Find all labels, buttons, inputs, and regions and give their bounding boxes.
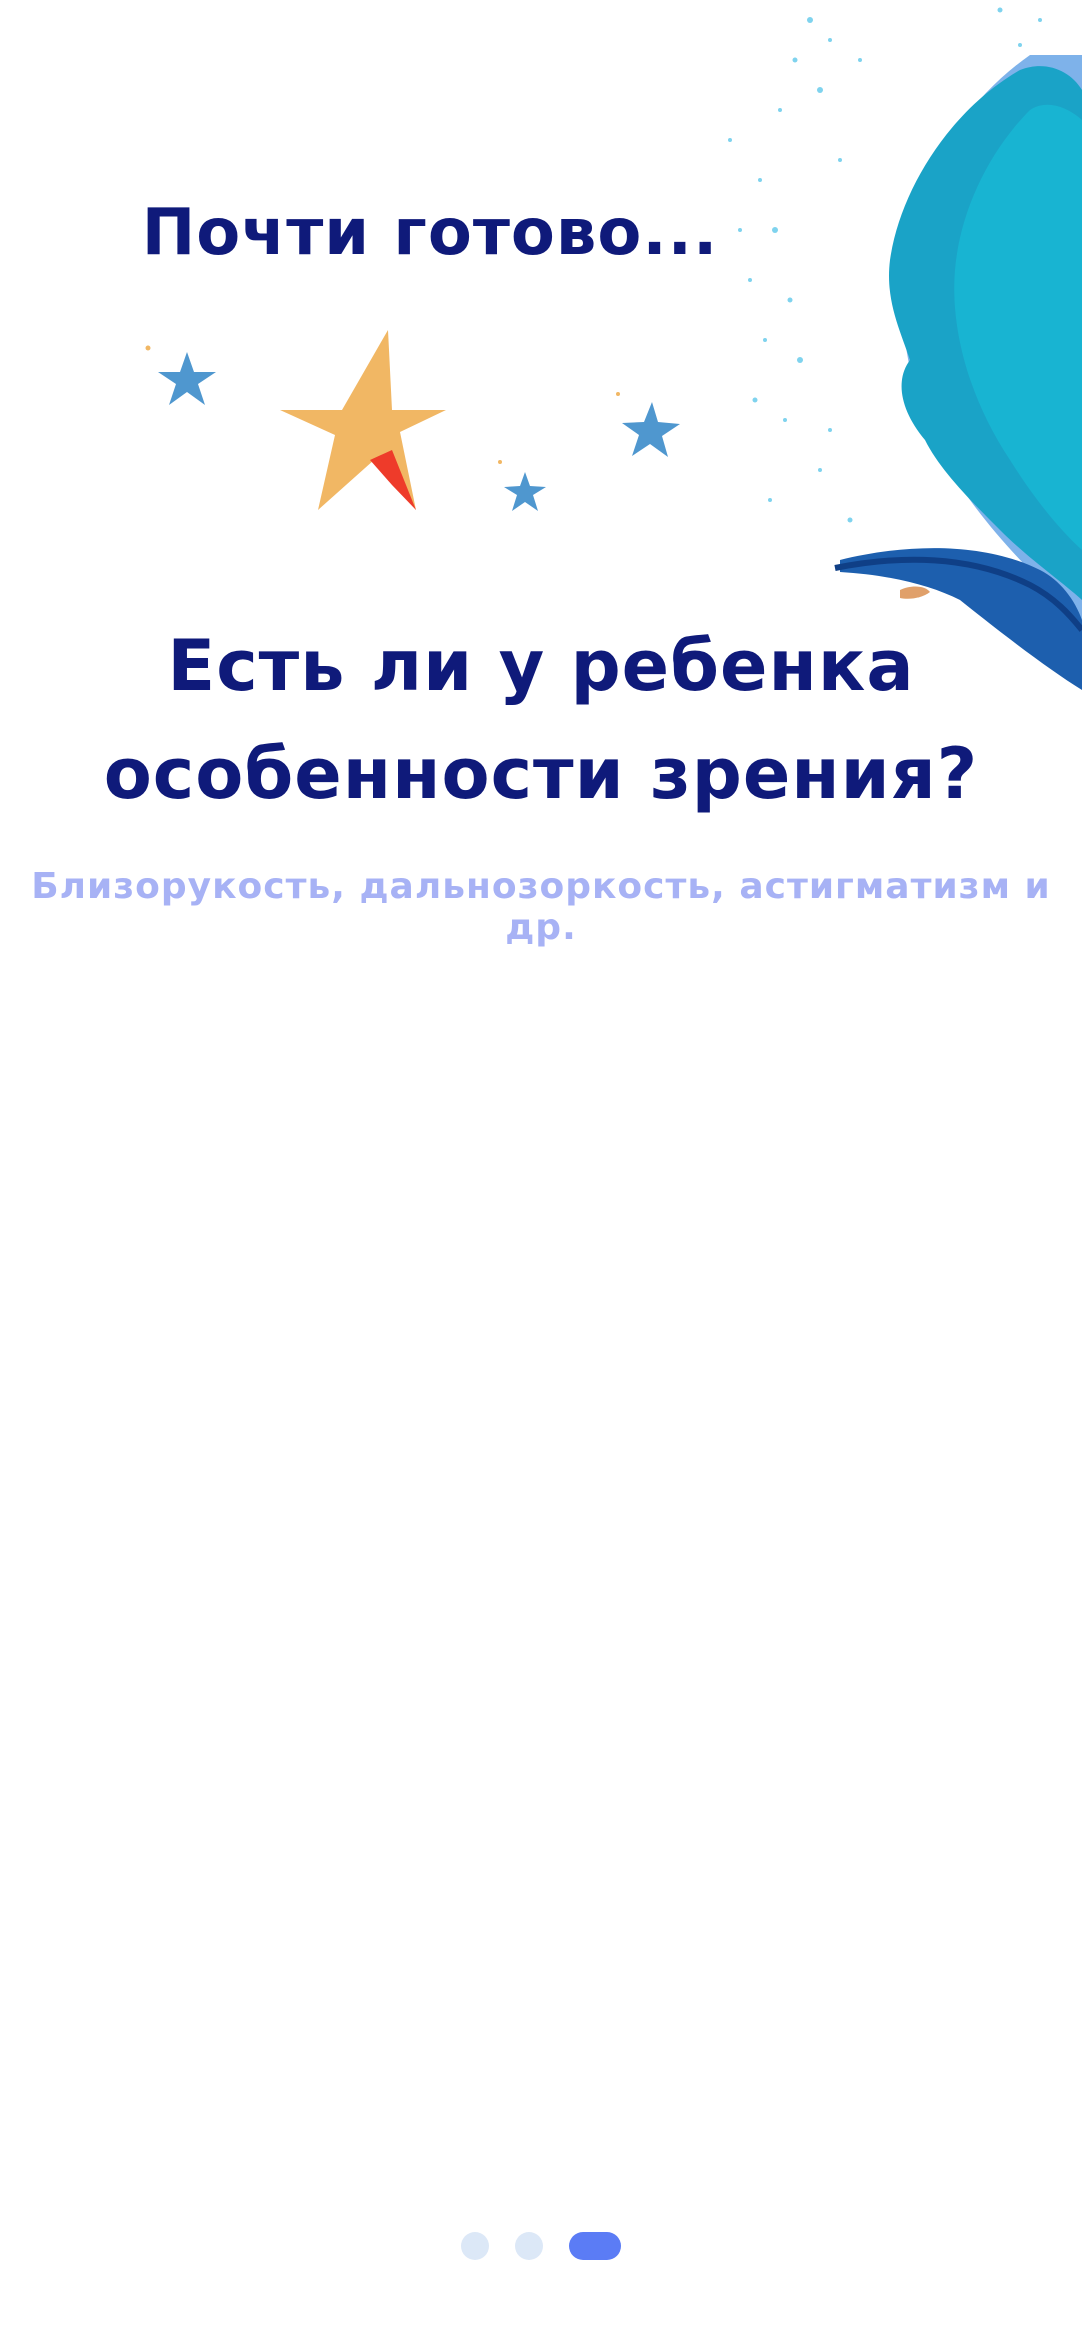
question-title-line: Есть ли у ребенка xyxy=(167,625,915,707)
star-sparkle xyxy=(145,345,151,351)
page-dot-3-active[interactable] xyxy=(569,2232,621,2260)
stars-illustration xyxy=(145,330,680,511)
question-title: Есть ли у ребенка особенности зрения? xyxy=(0,612,1082,828)
star-sparkle xyxy=(616,392,620,396)
question-title-line: особенности зрения? xyxy=(103,733,979,815)
star-small-left-icon xyxy=(158,352,216,405)
star-small-right-icon xyxy=(622,402,680,457)
page-dot-2[interactable] xyxy=(515,2232,543,2260)
page-indicator xyxy=(0,2232,1082,2260)
page-dot-1[interactable] xyxy=(461,2232,489,2260)
question-hint: Близорукость, дальнозоркость, астигматиз… xyxy=(31,866,1051,948)
star-large-gold-icon xyxy=(280,330,446,510)
kicker-title: Почти готово... xyxy=(141,196,719,270)
onboarding-screen: Почти готово... Есть ли у ребенка особен… xyxy=(0,0,1082,2340)
feather-illustration xyxy=(728,7,1082,690)
feather-quill-tip xyxy=(900,586,930,599)
star-small-center-icon xyxy=(504,472,546,511)
star-sparkle xyxy=(498,460,502,464)
